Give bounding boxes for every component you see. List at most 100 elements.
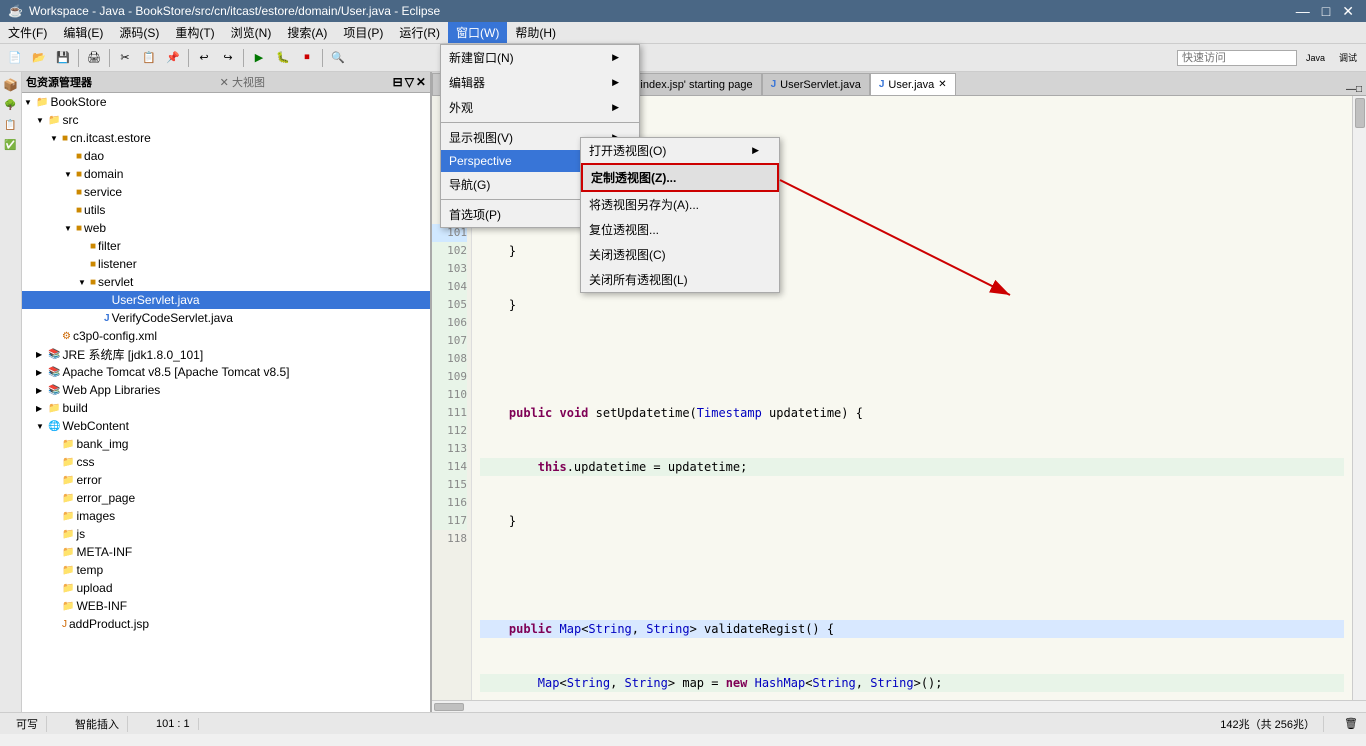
tree-listener[interactable]: ■listener xyxy=(22,255,430,273)
package-explorer-header: 包资源管理器 ✕ 大视图 ⊟ ▽ ✕ xyxy=(22,72,430,93)
tab-minimize[interactable]: — xyxy=(1346,84,1356,95)
quick-access-input[interactable] xyxy=(1177,50,1297,66)
menu-edit[interactable]: 编辑(E) xyxy=(55,22,111,43)
menu-refactor[interactable]: 重构(T) xyxy=(167,22,222,43)
toolbar-new[interactable]: 📄 xyxy=(4,47,26,69)
tree-utils[interactable]: ■utils xyxy=(22,201,430,219)
toolbar-cut[interactable]: ✂ xyxy=(114,47,136,69)
status-memory: 142兆（共 256兆） xyxy=(1212,716,1324,732)
perspective-save-as[interactable]: 将透视图另存为(A)... xyxy=(581,192,779,217)
side-icon-outline[interactable]: 📋 xyxy=(2,116,20,134)
toolbar-paste[interactable]: 📌 xyxy=(162,47,184,69)
menu-new-window[interactable]: 新建窗口(N) xyxy=(441,45,639,70)
menu-appearance[interactable]: 外观 xyxy=(441,95,639,120)
tree-add-product[interactable]: JaddProduct.jsp xyxy=(22,615,430,633)
tab-userjava-icon: J xyxy=(879,79,885,90)
perspective-close-all[interactable]: 关闭所有透视图(L) xyxy=(581,267,779,292)
status-bar: 可写 智能插入 101 : 1 142兆（共 256兆） 🗑 xyxy=(0,712,1366,734)
tree-dao[interactable]: ■dao xyxy=(22,147,430,165)
tab-user-java[interactable]: J User.java ✕ xyxy=(870,73,956,95)
tree-bank-img[interactable]: 📁bank_img xyxy=(22,435,430,453)
toolbar-undo[interactable]: ↩ xyxy=(193,47,215,69)
tree-tomcat[interactable]: ▶📚Apache Tomcat v8.5 [Apache Tomcat v8.5… xyxy=(22,363,430,381)
menu-help[interactable]: 帮助(H) xyxy=(507,22,564,43)
tab-userjava-close[interactable]: ✕ xyxy=(938,79,946,90)
toolbar-sep-3 xyxy=(188,49,189,67)
tree-webcontent[interactable]: ▼🌐WebContent xyxy=(22,417,430,435)
close-button[interactable]: ✕ xyxy=(1338,3,1358,20)
scrollbar-thumb[interactable] xyxy=(1355,98,1365,128)
status-gc[interactable]: 🗑 xyxy=(1344,717,1358,730)
tree-images[interactable]: 📁images xyxy=(22,507,430,525)
menu-navigate[interactable]: 浏览(N) xyxy=(223,22,280,43)
maximize-button[interactable]: □ xyxy=(1318,3,1334,20)
toolbar-perspective-java[interactable]: Java xyxy=(1301,47,1330,69)
toolbar-open[interactable]: 📂 xyxy=(28,47,50,69)
hscrollbar-thumb[interactable] xyxy=(434,703,464,711)
tree-userservlet[interactable]: JUserServlet.java xyxy=(22,291,430,309)
code-line-95: } xyxy=(480,296,1344,314)
toolbar-sep-2 xyxy=(109,49,110,67)
code-line-99: } xyxy=(480,512,1344,530)
tree-servlet[interactable]: ▼■servlet xyxy=(22,273,430,291)
pe-collapse[interactable]: ⊟ xyxy=(393,75,403,89)
toolbar-stop[interactable]: ⏹ xyxy=(296,47,318,69)
tree-service[interactable]: ■service xyxy=(22,183,430,201)
tree-webapp-lib[interactable]: ▶📚Web App Libraries xyxy=(22,381,430,399)
tree-jre[interactable]: ▶📚JRE 系统库 [jdk1.8.0_101] xyxy=(22,345,430,363)
side-icon-hierarchy[interactable]: 🌳 xyxy=(2,96,20,114)
tree-js[interactable]: 📁js xyxy=(22,525,430,543)
tree-src[interactable]: ▼📁src xyxy=(22,111,430,129)
menu-sep-1 xyxy=(441,122,639,123)
toolbar-copy[interactable]: 📋 xyxy=(138,47,160,69)
tree-temp[interactable]: 📁temp xyxy=(22,561,430,579)
title-controls[interactable]: — □ ✕ xyxy=(1292,3,1358,20)
tab-maximize[interactable]: □ xyxy=(1356,84,1362,95)
tree-bookstore[interactable]: ▼📁BookStore xyxy=(22,93,430,111)
toolbar-redo[interactable]: ↪ xyxy=(217,47,239,69)
perspective-customize[interactable]: 定制透视图(Z)... xyxy=(581,163,779,192)
menu-search[interactable]: 搜索(A) xyxy=(279,22,335,43)
code-line-98: this.updatetime = updatetime; xyxy=(480,458,1344,476)
side-icon-packages[interactable]: 📦 xyxy=(2,76,20,94)
tree-cn-itcast-estore[interactable]: ▼■cn.itcast.estore xyxy=(22,129,430,147)
tree-build[interactable]: ▶📁build xyxy=(22,399,430,417)
side-icon-tasks[interactable]: ✅ xyxy=(2,136,20,154)
tree-css[interactable]: 📁css xyxy=(22,453,430,471)
menu-file[interactable]: 文件(F) xyxy=(0,22,55,43)
menu-run[interactable]: 运行(R) xyxy=(391,22,448,43)
perspective-close[interactable]: 关闭透视图(C) xyxy=(581,242,779,267)
perspective-open[interactable]: 打开透视图(O)▶ xyxy=(581,138,779,163)
menu-editor[interactable]: 编辑器 xyxy=(441,70,639,95)
tree-web-inf[interactable]: 📁WEB-INF xyxy=(22,597,430,615)
tree-meta-inf[interactable]: 📁META-INF xyxy=(22,543,430,561)
tree-error[interactable]: 📁error xyxy=(22,471,430,489)
right-scrollbar-panel xyxy=(1352,96,1366,700)
menu-source[interactable]: 源码(S) xyxy=(111,22,167,43)
title-bar: ☕ Workspace - Java - BookStore/src/cn/it… xyxy=(0,0,1366,22)
tree-verifycode[interactable]: JVerifyCodeServlet.java xyxy=(22,309,430,327)
tree-c3p0[interactable]: ⚙c3p0-config.xml xyxy=(22,327,430,345)
toolbar-perspective-debug[interactable]: 调试 xyxy=(1334,47,1362,69)
tab-userservlet[interactable]: J UserServlet.java xyxy=(762,73,870,95)
toolbar-run[interactable]: ▶ xyxy=(248,47,270,69)
pe-controls[interactable]: ⊟ ▽ ✕ xyxy=(393,75,426,89)
pe-menu[interactable]: ▽ xyxy=(405,75,414,89)
menu-project[interactable]: 项目(P) xyxy=(335,22,391,43)
tree-domain[interactable]: ▼■domain xyxy=(22,165,430,183)
minimize-button[interactable]: — xyxy=(1292,3,1314,20)
perspective-reset[interactable]: 复位透视图... xyxy=(581,217,779,242)
left-sidebar-icons: 📦 🌳 📋 ✅ xyxy=(0,72,22,712)
toolbar-print[interactable]: 🖨 xyxy=(83,47,105,69)
toolbar-debug[interactable]: 🐛 xyxy=(272,47,294,69)
tree-error-page[interactable]: 📁error_page xyxy=(22,489,430,507)
code-line-102: Map<String, String> map = new HashMap<St… xyxy=(480,674,1344,692)
tree-filter[interactable]: ■filter xyxy=(22,237,430,255)
toolbar-search[interactable]: 🔍 xyxy=(327,47,349,69)
toolbar: 📄 📂 💾 🖨 ✂ 📋 📌 ↩ ↪ ▶ 🐛 ⏹ 🔍 Java 调试 xyxy=(0,44,1366,72)
menu-window[interactable]: 窗口(W) xyxy=(448,22,507,43)
tree-web[interactable]: ▼■web xyxy=(22,219,430,237)
pe-close[interactable]: ✕ xyxy=(416,75,426,89)
toolbar-save[interactable]: 💾 xyxy=(52,47,74,69)
tree-upload[interactable]: 📁upload xyxy=(22,579,430,597)
